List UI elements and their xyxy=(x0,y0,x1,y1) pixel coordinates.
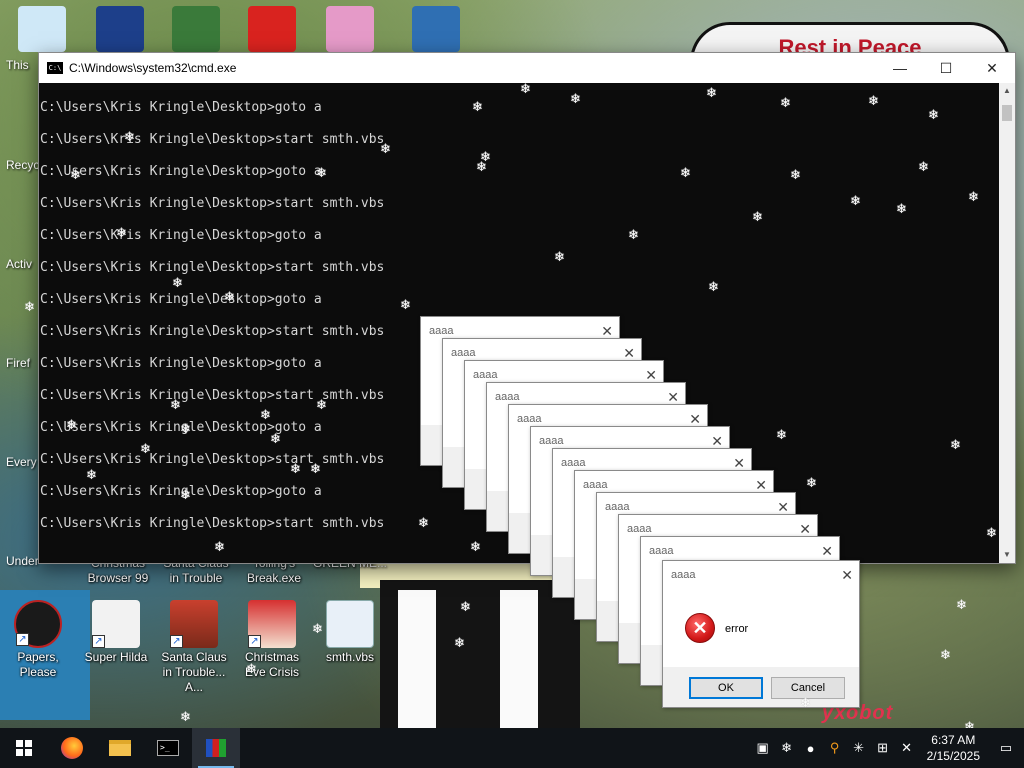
close-icon[interactable]: ✕ xyxy=(841,561,853,589)
figure-leg-left xyxy=(398,590,436,730)
gear-tree-icon[interactable] xyxy=(412,6,460,52)
windows-logo-icon xyxy=(16,740,32,756)
desktop-icon-papers-please[interactable]: ↗ Papers, Please xyxy=(0,600,76,680)
mcdonalds-icon[interactable] xyxy=(248,6,296,52)
christmas-eve-label: Christmas Eve Crisis xyxy=(244,650,299,679)
clock-time: 6:37 AM xyxy=(931,733,976,747)
santa-claus-label: Santa Claus in Trouble... A... xyxy=(161,650,227,694)
stacked-dialog-title: aaaa xyxy=(583,479,608,491)
desktop-icon-smth-vbs[interactable]: smth.vbs xyxy=(312,600,388,665)
cmd-app-icon: C:\ xyxy=(47,62,63,74)
minimize-button[interactable]: — xyxy=(877,53,923,83)
snowflake-icon: ❄ xyxy=(940,647,951,662)
file-explorer-icon xyxy=(109,740,131,756)
this-pc-label[interactable]: This xyxy=(6,58,29,72)
figure-leg-right xyxy=(500,590,538,730)
cmd-line: C:\Users\Kris Kringle\Desktop>start smth… xyxy=(40,196,385,211)
cartoon-character-icon[interactable] xyxy=(172,6,220,52)
cmd-line: C:\Users\Kris Kringle\Desktop>goto a xyxy=(40,164,322,179)
this-pc-icon[interactable] xyxy=(18,6,66,52)
cmd-window-title: C:\Windows\system32\cmd.exe xyxy=(69,61,237,75)
firefox-label[interactable]: Firef xyxy=(6,356,30,370)
shortcut-arrow-icon: ↗ xyxy=(248,635,261,648)
stacked-dialog-title: aaaa xyxy=(495,391,520,403)
start-button[interactable] xyxy=(0,728,48,768)
scroll-down-icon[interactable]: ▼ xyxy=(999,547,1015,563)
papers-please-label: Papers, Please xyxy=(17,650,59,679)
network-icon[interactable]: ⊞ xyxy=(871,728,895,768)
tray-app-icon[interactable]: ▣ xyxy=(751,728,775,768)
firefox-icon xyxy=(61,737,83,759)
tray-star-icon[interactable]: ✳ xyxy=(847,728,871,768)
tray-snow-icon[interactable]: ❄ xyxy=(775,728,799,768)
cmd-line: C:\Users\Kris Kringle\Desktop>start smth… xyxy=(40,132,385,147)
snowflake-icon: ❄ xyxy=(24,299,35,314)
command-prompt-icon: >_ xyxy=(157,740,179,756)
desktop-icon-christmas-eve[interactable]: ↗ Christmas Eve Crisis xyxy=(234,600,310,680)
tray-drop-icon[interactable]: ● xyxy=(799,728,823,768)
santa-claus-icon: ↗ xyxy=(170,600,218,648)
everything-label[interactable]: Every xyxy=(6,455,37,469)
undertale-label[interactable]: Under xyxy=(6,554,39,568)
stacked-dialog-title: aaaa xyxy=(561,457,586,469)
stacked-dialog-title: aaaa xyxy=(429,325,454,337)
error-message: error xyxy=(725,623,749,635)
vbs-script-icon xyxy=(326,600,374,648)
taskbar-firefox[interactable] xyxy=(48,728,96,768)
recycle-bin-label[interactable]: Recyc xyxy=(6,158,39,172)
ok-button[interactable]: OK xyxy=(689,677,763,699)
activate-label[interactable]: Activ xyxy=(6,257,32,271)
stacked-dialog-title: aaaa xyxy=(473,369,498,381)
pig-cartoon-icon[interactable] xyxy=(326,6,374,52)
cmd-line: C:\Users\Kris Kringle\Desktop>goto a xyxy=(40,228,322,243)
cancel-button[interactable]: Cancel xyxy=(771,677,845,699)
stacked-dialog-title: aaaa xyxy=(539,435,564,447)
stacked-dialog-title: aaaa xyxy=(627,523,652,535)
stacked-dialog-title: aaaa xyxy=(517,413,542,425)
error-dialog[interactable]: aaaa ✕ ✕ error OK Cancel xyxy=(662,560,860,708)
taskbar-script-host[interactable] xyxy=(192,728,240,768)
taskbar: >_ ▣ ❄ ● ⚲ ✳ ⊞ ✕ 6:37 AM 2/15/2025 ▭ xyxy=(0,728,1024,768)
taskbar-file-explorer[interactable] xyxy=(96,728,144,768)
maximize-button[interactable]: ☐ xyxy=(923,53,969,83)
shortcut-arrow-icon: ↗ xyxy=(92,635,105,648)
script-host-icon xyxy=(206,739,226,757)
clock[interactable]: 6:37 AM 2/15/2025 xyxy=(919,732,988,764)
snowflake-icon: ❄ xyxy=(180,709,191,724)
snowflake-icon: ❄ xyxy=(956,597,967,612)
cmd-line: C:\Users\Kris Kringle\Desktop>goto a xyxy=(40,100,322,115)
cmd-titlebar[interactable]: C:\ C:\Windows\system32\cmd.exe — ☐ ✕ xyxy=(39,53,1015,83)
notification-icon[interactable]: ▭ xyxy=(988,728,1024,768)
volume-muted-icon[interactable]: ✕ xyxy=(895,728,919,768)
shortcut-arrow-icon: ↗ xyxy=(170,635,183,648)
scroll-thumb[interactable] xyxy=(1002,105,1012,121)
christmas-eve-icon: ↗ xyxy=(248,600,296,648)
stacked-dialog-title: aaaa xyxy=(451,347,476,359)
desktop-icon-super-hilda[interactable]: ↗ Super Hilda xyxy=(78,600,154,665)
desktop-icon-santa-claus[interactable]: ↗ Santa Claus in Trouble... A... xyxy=(156,600,232,695)
stacked-dialog-title: aaaa xyxy=(605,501,630,513)
tray-search-icon[interactable]: ⚲ xyxy=(823,728,847,768)
cmd-line: C:\Users\Kris Kringle\Desktop>start smth… xyxy=(40,260,385,275)
cmd-scrollbar[interactable]: ▲ ▼ xyxy=(999,83,1015,563)
error-dialog-title: aaaa xyxy=(671,569,696,581)
error-icon: ✕ xyxy=(685,613,715,643)
scroll-up-icon[interactable]: ▲ xyxy=(999,83,1015,99)
close-button[interactable]: ✕ xyxy=(969,53,1015,83)
taskbar-command-prompt[interactable]: >_ xyxy=(144,728,192,768)
shortcut-arrow-icon: ↗ xyxy=(16,633,29,646)
super-hilda-icon: ↗ xyxy=(92,600,140,648)
system-tray: ▣ ❄ ● ⚲ ✳ ⊞ ✕ 6:37 AM 2/15/2025 ▭ xyxy=(751,728,1024,768)
clock-date: 2/15/2025 xyxy=(926,749,980,763)
app-icon[interactable] xyxy=(96,6,144,52)
smth-vbs-label: smth.vbs xyxy=(325,650,374,664)
super-hilda-label: Super Hilda xyxy=(84,650,148,664)
stacked-dialog-title: aaaa xyxy=(649,545,674,557)
error-dialog-titlebar[interactable]: aaaa ✕ xyxy=(663,561,859,589)
papers-please-icon: ↗ xyxy=(14,600,62,648)
